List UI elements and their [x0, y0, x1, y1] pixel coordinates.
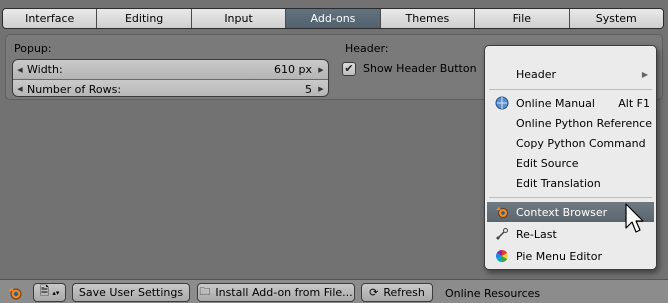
save-user-settings-button[interactable]: Save User Settings: [72, 283, 190, 302]
popup-label: Popup:: [14, 42, 52, 55]
shortcut-label: Alt F1: [618, 96, 650, 110]
install-addon-label: Install Add-on from File...: [215, 286, 353, 299]
menu-item-label: Online Manual: [516, 96, 595, 110]
menu-item-label: Re-Last: [516, 227, 557, 241]
menu-item-header[interactable]: Header ▶: [487, 64, 654, 84]
tab-themes[interactable]: Themes: [380, 9, 476, 28]
rows-field-label: Number of Rows:: [27, 82, 122, 96]
menu-item-label: Online Python Reference: [516, 116, 652, 130]
refresh-label: Refresh: [383, 286, 425, 299]
online-resources-label[interactable]: Online Resources: [445, 287, 540, 300]
menu-separator: [489, 89, 652, 90]
tab-interface[interactable]: Interface: [3, 9, 98, 28]
save-user-settings-label: Save User Settings: [78, 286, 184, 299]
menu-item-label: Edit Translation: [516, 176, 601, 190]
editor-type-selector[interactable]: 🗎 ▴▾: [33, 283, 66, 302]
bottom-toolbar: 🗎 ▴▾ Save User Settings 🗀 Install Add-on…: [0, 279, 668, 303]
menu-item-copy-python-command[interactable]: Copy Python Command: [487, 133, 654, 153]
menu-item-online-python-reference[interactable]: Online Python Reference: [487, 113, 654, 133]
menu-item-label: Context Browser: [516, 205, 608, 219]
re-last-icon: [495, 227, 509, 241]
show-header-button-checkbox[interactable]: ✔: [342, 62, 356, 76]
menu-item-edit-source[interactable]: Edit Source: [487, 153, 654, 173]
color-wheel-icon: [495, 249, 509, 263]
refresh-button[interactable]: ⟳ Refresh: [361, 283, 433, 302]
menu-item-edit-translation[interactable]: Edit Translation: [487, 173, 654, 193]
width-field-label: Width:: [27, 63, 63, 76]
checkmark-icon: ✔: [344, 62, 354, 75]
increment-arrow-icon[interactable]: ▶: [314, 85, 328, 93]
show-header-button-label: Show Header Button: [363, 62, 477, 75]
tab-add-ons[interactable]: Add-ons: [286, 9, 381, 28]
decrement-arrow-icon[interactable]: ◀: [13, 85, 27, 93]
preferences-editor-icon: 🗎: [39, 284, 50, 298]
menu-item-label: Copy Python Command: [516, 136, 646, 150]
tab-file[interactable]: File: [475, 9, 570, 28]
width-field[interactable]: ◀ Width: 610 px ▶: [13, 60, 328, 79]
submenu-arrow-icon: ▶: [641, 69, 648, 79]
mouse-cursor-icon: [625, 203, 644, 233]
menu-item-label: Pie Menu Editor: [516, 249, 602, 263]
help-globe-icon: [495, 96, 509, 110]
width-field-value: 610 px: [274, 63, 312, 76]
tab-input[interactable]: Input: [191, 9, 287, 28]
blender-logo-icon[interactable]: [7, 285, 23, 301]
menu-item-label: Header: [516, 67, 557, 81]
install-addon-button[interactable]: 🗀 Install Add-on from File...: [197, 283, 355, 302]
refresh-icon: ⟳: [369, 286, 379, 299]
preferences-tab-bar: Interface Editing Input Add-ons Themes F…: [2, 8, 664, 29]
chevron-updown-icon: ▴▾: [52, 288, 60, 297]
context-browser-icon: [495, 205, 509, 219]
decrement-arrow-icon[interactable]: ◀: [13, 66, 27, 74]
popup-number-fields: ◀ Width: 610 px ▶ ◀ Number of Rows: 5 ▶: [12, 59, 329, 97]
tab-editing[interactable]: Editing: [97, 9, 192, 28]
menu-item-label: Edit Source: [516, 156, 579, 170]
menu-item-pie-menu-editor[interactable]: Pie Menu Editor: [487, 246, 654, 266]
menu-item-online-manual[interactable]: Online Manual Alt F1: [487, 93, 654, 113]
context-menu: Header ▶ Online Manual Alt F1 Online Pyt…: [484, 45, 657, 270]
folder-icon: 🗀: [199, 285, 211, 298]
header-section-label: Header:: [345, 42, 389, 55]
menu-separator: [489, 197, 652, 198]
increment-arrow-icon[interactable]: ▶: [314, 66, 328, 74]
number-of-rows-field[interactable]: ◀ Number of Rows: 5 ▶: [13, 79, 328, 96]
tab-system[interactable]: System: [569, 9, 663, 28]
rows-field-value: 5: [305, 82, 312, 96]
